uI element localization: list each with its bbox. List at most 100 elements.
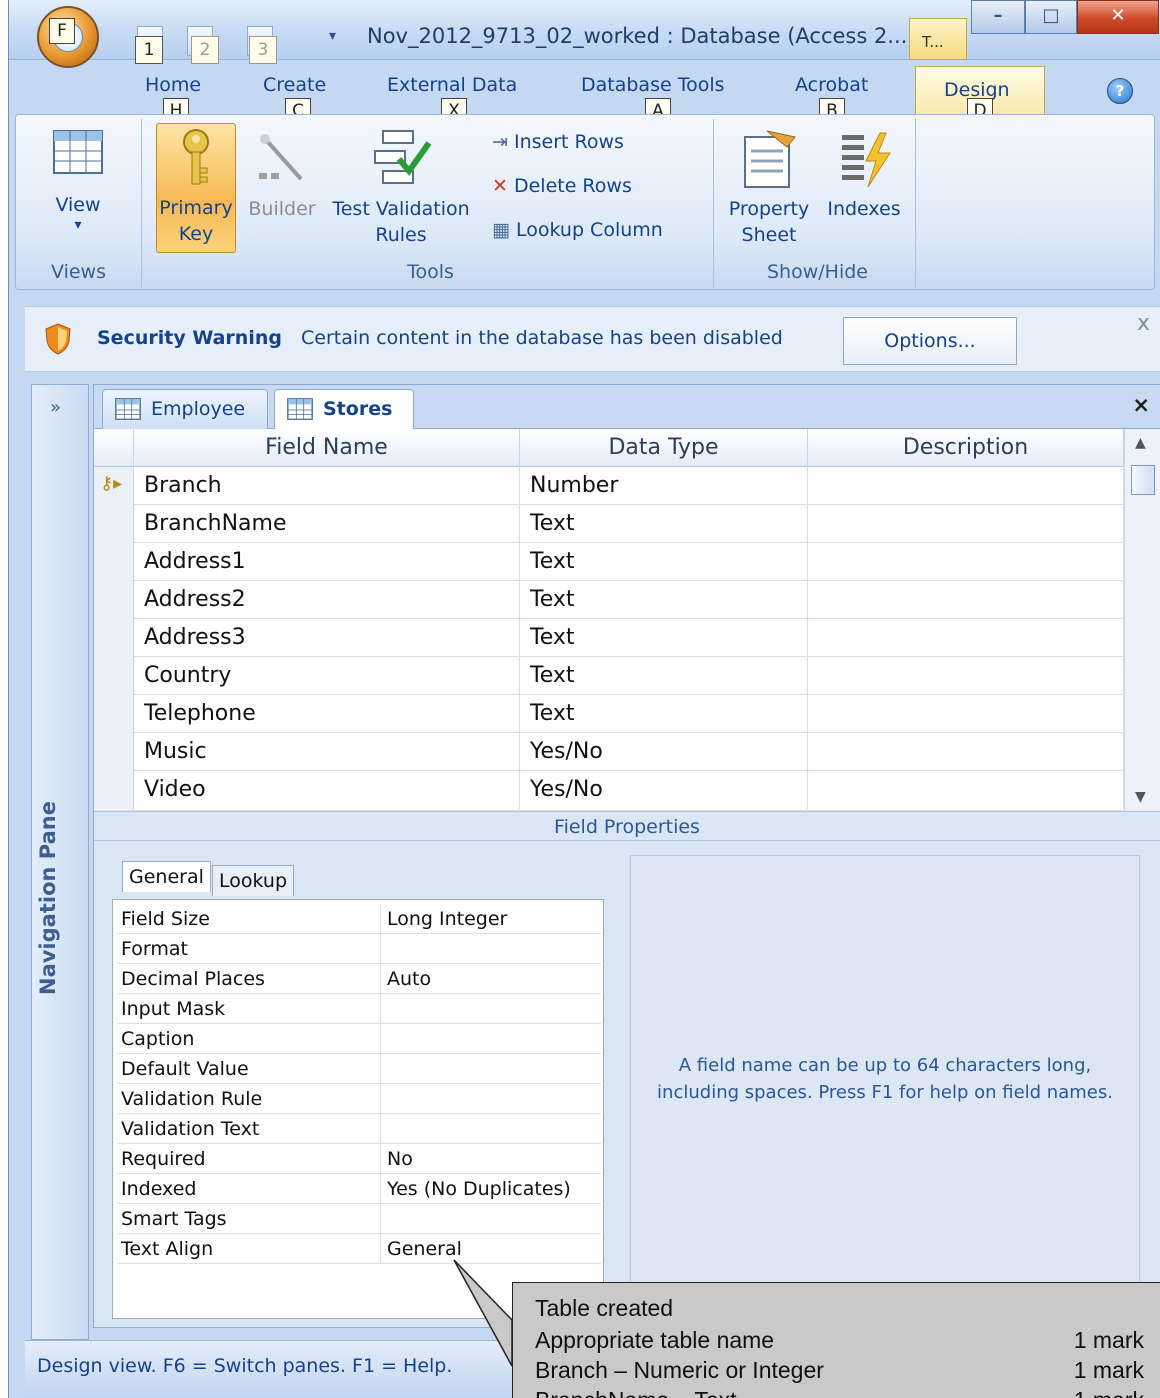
data-type-cell[interactable]: Text	[520, 695, 808, 733]
column-header-description[interactable]: Description	[808, 429, 1124, 467]
table-row[interactable]: BranchName Text	[94, 505, 1124, 543]
data-type-cell[interactable]: Text	[520, 619, 808, 657]
description-cell[interactable]	[808, 771, 1124, 809]
field-name-cell[interactable]: Address1	[134, 543, 520, 581]
tab-acrobat[interactable]: Acrobat	[795, 74, 868, 96]
table-row[interactable]: Music Yes/No	[94, 733, 1124, 771]
field-name-cell[interactable]: BranchName	[134, 505, 520, 543]
field-name-cell[interactable]: Branch	[134, 467, 520, 505]
description-cell[interactable]	[808, 581, 1124, 619]
property-row[interactable]: Indexed Yes (No Duplicates)	[117, 1174, 601, 1204]
property-value[interactable]: No	[381, 1144, 601, 1174]
help-icon[interactable]: ?	[1107, 78, 1133, 104]
property-row[interactable]: Validation Rule	[117, 1084, 601, 1114]
row-selector[interactable]	[94, 505, 134, 543]
indexes-button[interactable]: Indexes	[818, 123, 910, 233]
close-document-icon[interactable]: ×	[1132, 393, 1150, 417]
property-value[interactable]	[381, 994, 601, 1024]
property-row[interactable]: Validation Text	[117, 1114, 601, 1144]
field-name-cell[interactable]: Music	[134, 733, 520, 771]
close-window-button[interactable]: ✕	[1077, 0, 1159, 34]
office-button[interactable]: F	[37, 6, 99, 68]
security-bar-close-icon[interactable]: x	[1137, 311, 1150, 336]
data-type-cell[interactable]: Yes/No	[520, 771, 808, 809]
tab-home[interactable]: Home	[145, 74, 201, 96]
table-row[interactable]: Video Yes/No	[94, 771, 1124, 811]
property-value[interactable]: Auto	[381, 964, 601, 994]
property-value[interactable]	[381, 1114, 601, 1144]
column-header-field-name[interactable]: Field Name	[134, 429, 520, 467]
property-row[interactable]: Decimal Places Auto	[117, 964, 601, 994]
delete-rows-button[interactable]: ✕ Delete Rows	[492, 175, 632, 197]
row-selector[interactable]	[94, 543, 134, 581]
table-row[interactable]: Address1 Text	[94, 543, 1124, 581]
property-value[interactable]	[381, 1204, 601, 1234]
data-type-cell[interactable]: Text	[520, 543, 808, 581]
row-selector[interactable]	[94, 581, 134, 619]
lookup-column-button[interactable]: ▦ Lookup Column	[492, 219, 663, 241]
tab-database-tools[interactable]: Database Tools	[581, 74, 725, 96]
navigation-pane[interactable]: » Navigation Pane	[31, 384, 89, 1340]
field-name-cell[interactable]: Address2	[134, 581, 520, 619]
description-cell[interactable]	[808, 657, 1124, 695]
table-row[interactable]: Address3 Text	[94, 619, 1124, 657]
description-cell[interactable]	[808, 543, 1124, 581]
options-button[interactable]: Options...	[843, 317, 1017, 365]
scroll-down-icon[interactable]: ▼	[1135, 789, 1146, 805]
builder-button[interactable]: Builder	[242, 123, 322, 233]
scroll-up-icon[interactable]: ▲	[1135, 435, 1146, 451]
table-row[interactable]: Country Text	[94, 657, 1124, 695]
property-value[interactable]	[381, 1084, 601, 1114]
property-value[interactable]	[381, 1024, 601, 1054]
primary-key-button[interactable]: Primary Key	[156, 123, 236, 253]
property-value[interactable]: Long Integer	[381, 904, 601, 934]
table-row[interactable]: ⚷▸ Branch Number	[94, 467, 1124, 505]
data-type-cell[interactable]: Text	[520, 505, 808, 543]
row-selector[interactable]	[94, 657, 134, 695]
property-row[interactable]: Default Value	[117, 1054, 601, 1084]
tab-external-data[interactable]: External Data	[387, 74, 517, 96]
data-type-cell[interactable]: Text	[520, 581, 808, 619]
row-selector[interactable]	[94, 771, 134, 809]
property-row[interactable]: Smart Tags	[117, 1204, 601, 1234]
row-selector[interactable]	[94, 733, 134, 771]
data-type-cell[interactable]: Yes/No	[520, 733, 808, 771]
tab-lookup[interactable]: Lookup	[212, 865, 295, 896]
field-name-cell[interactable]: Country	[134, 657, 520, 695]
property-row[interactable]: Input Mask	[117, 994, 601, 1024]
description-cell[interactable]	[808, 619, 1124, 657]
property-row[interactable]: Text Align General	[117, 1234, 601, 1264]
tab-create[interactable]: Create	[263, 74, 326, 96]
tab-general[interactable]: General	[122, 861, 211, 892]
property-row[interactable]: Format	[117, 934, 601, 964]
data-type-cell[interactable]: Number	[520, 467, 808, 505]
design-grid-scrollbar[interactable]: ▲ ▼	[1124, 429, 1160, 811]
table-row[interactable]: Telephone Text	[94, 695, 1124, 733]
qat-customize-icon[interactable]: ▾	[329, 28, 336, 44]
nav-pane-toggle-icon[interactable]: »	[50, 397, 61, 418]
field-name-cell[interactable]: Address3	[134, 619, 520, 657]
row-selector[interactable]: ⚷▸	[94, 467, 134, 505]
property-value[interactable]: General	[381, 1234, 601, 1264]
tab-employee[interactable]: Employee	[102, 389, 268, 429]
minimize-button[interactable]: –	[971, 0, 1025, 34]
insert-rows-button[interactable]: ⇥ Insert Rows	[492, 131, 624, 153]
table-row[interactable]: Address2 Text	[94, 581, 1124, 619]
property-sheet-button[interactable]: Property Sheet	[724, 123, 814, 253]
property-row[interactable]: Field Size Long Integer	[117, 904, 601, 934]
field-name-cell[interactable]: Video	[134, 771, 520, 809]
property-row[interactable]: Required No	[117, 1144, 601, 1174]
description-cell[interactable]	[808, 505, 1124, 543]
row-selector[interactable]	[94, 695, 134, 733]
property-value[interactable]	[381, 1054, 601, 1084]
maximize-button[interactable]: □	[1025, 0, 1077, 34]
description-cell[interactable]	[808, 467, 1124, 505]
description-cell[interactable]	[808, 695, 1124, 733]
view-button[interactable]: View ▾	[28, 129, 128, 259]
row-selector[interactable]	[94, 619, 134, 657]
column-header-data-type[interactable]: Data Type	[520, 429, 808, 467]
scroll-thumb[interactable]	[1131, 465, 1155, 495]
property-value[interactable]	[381, 934, 601, 964]
description-cell[interactable]	[808, 733, 1124, 771]
field-name-cell[interactable]: Telephone	[134, 695, 520, 733]
